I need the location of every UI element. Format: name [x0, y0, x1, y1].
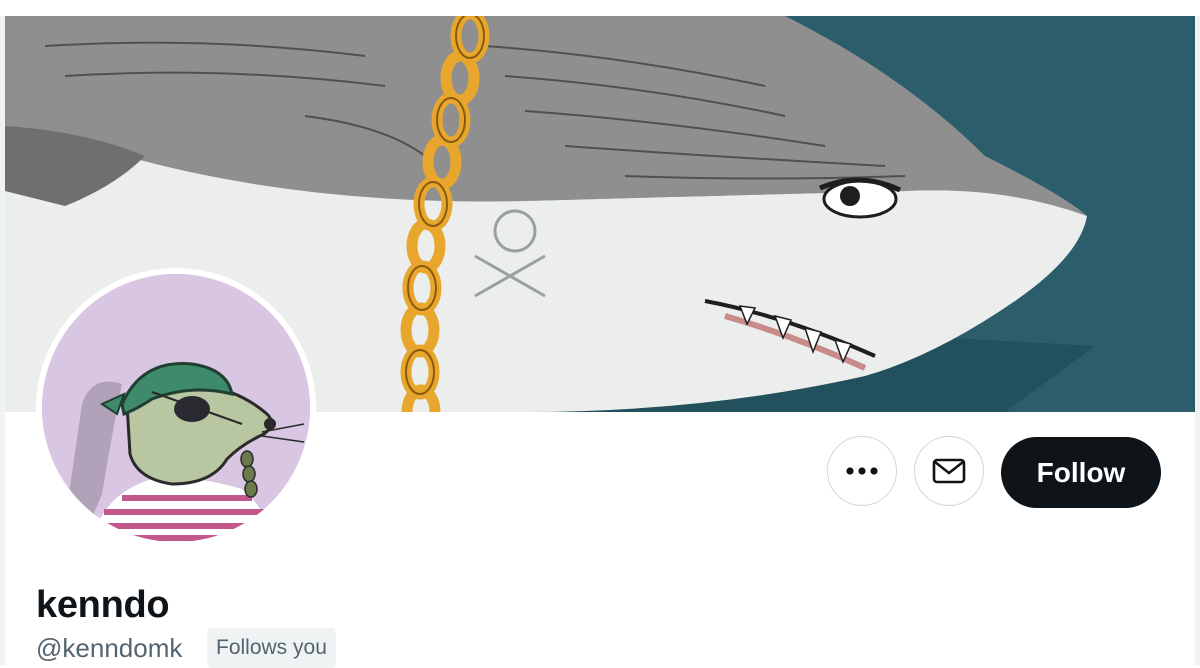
top-header-strip	[0, 0, 1200, 17]
envelope-icon	[932, 458, 966, 484]
profile-avatar[interactable]	[36, 268, 316, 548]
more-horizontal-icon	[846, 467, 878, 475]
more-options-button[interactable]	[827, 436, 897, 506]
user-handle: @kenndomk	[36, 633, 183, 663]
display-name: kenndo	[36, 584, 170, 626]
follows-you-badge: Follows you	[207, 628, 336, 668]
message-button[interactable]	[914, 436, 984, 506]
follow-button[interactable]: Follow	[1001, 437, 1161, 508]
avatar-image	[42, 274, 310, 542]
